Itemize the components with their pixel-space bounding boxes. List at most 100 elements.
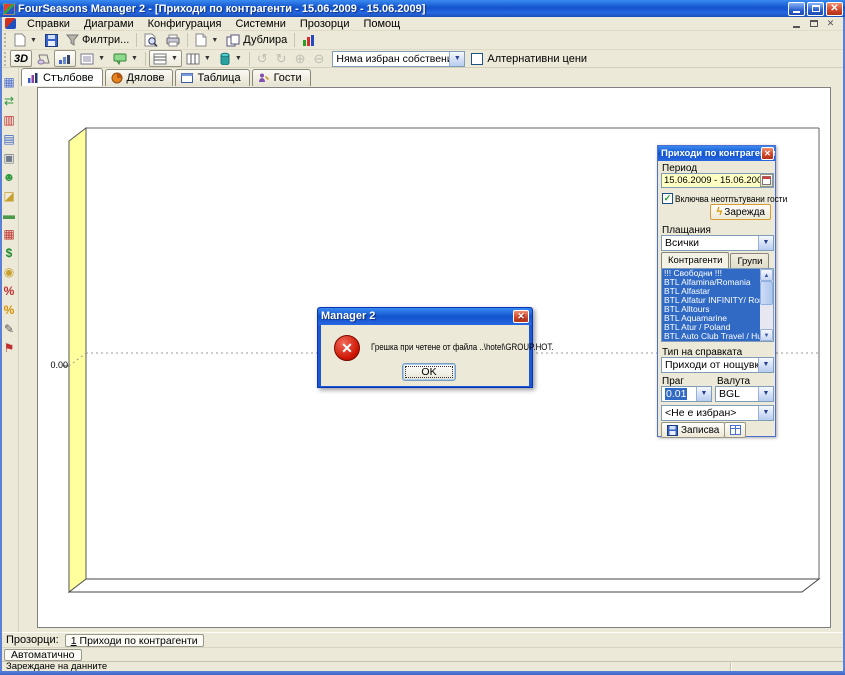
- list-item[interactable]: !!! Свободни !!!: [662, 269, 760, 278]
- restore-icon: [812, 5, 820, 12]
- list-item[interactable]: BTL Aquamarine: [662, 314, 760, 323]
- payments-select[interactable]: Всички ▼: [661, 235, 774, 251]
- guests-icon[interactable]: ☻: [1, 167, 18, 186]
- tab-contractors[interactable]: Контрагенти: [661, 252, 729, 268]
- calendar-icon[interactable]: ▤: [1, 129, 18, 148]
- owner-select[interactable]: Няма избран собственици ▼: [332, 51, 465, 67]
- scroll-down-button[interactable]: ▼: [760, 329, 773, 341]
- cash-icon[interactable]: ▬: [1, 205, 18, 224]
- include-guests-checkbox[interactable]: ✓: [662, 193, 673, 204]
- currency-select[interactable]: BGL ▼: [715, 386, 774, 402]
- save-report-button[interactable]: Записва: [661, 422, 725, 438]
- labels-button[interactable]: ▼: [109, 50, 142, 67]
- percent-coin-icon[interactable]: %: [1, 300, 18, 319]
- rooms-grid-icon[interactable]: ▦: [1, 72, 18, 91]
- dialog-title-bar[interactable]: Manager 2 ✕: [318, 308, 532, 325]
- load-button[interactable]: ϟ Зарежда: [710, 204, 771, 220]
- vertical-grid-button[interactable]: ▼: [182, 50, 215, 67]
- list-item[interactable]: BTL Auto Club Travel / Hunga: [662, 332, 760, 341]
- dialog-title: Manager 2: [321, 310, 375, 322]
- payments-coin-icon[interactable]: ◉: [1, 262, 18, 281]
- menu-diagrams[interactable]: Диаграми: [77, 17, 141, 31]
- occupancy-grid-icon[interactable]: ▦: [1, 224, 18, 243]
- chevron-down-icon: ▼: [758, 387, 773, 401]
- menu-configuration[interactable]: Конфигурация: [141, 17, 229, 31]
- panel-title: Приходи по контрагенти: [661, 148, 775, 159]
- close-button[interactable]: ✕: [826, 2, 843, 16]
- threshold-combo[interactable]: 0.01 ▼: [661, 386, 712, 402]
- list-item[interactable]: BTL Alfatur INFINITY/ Romani: [662, 296, 760, 305]
- statusbar-divider: [730, 663, 731, 671]
- report-flag-icon[interactable]: ⚑: [1, 338, 18, 357]
- reservations-refresh-icon[interactable]: ⇄: [1, 91, 18, 110]
- menu-help[interactable]: Помощ: [356, 17, 407, 31]
- bar-style-button[interactable]: [54, 50, 76, 67]
- automatic-button[interactable]: Автоматично: [4, 649, 82, 661]
- solid-style-button[interactable]: ▼: [215, 50, 246, 67]
- mdi-close-button[interactable]: ✕: [824, 18, 837, 29]
- list-item[interactable]: BTL Alfastar: [662, 287, 760, 296]
- ok-button[interactable]: OK: [402, 363, 456, 381]
- template-select[interactable]: <Не е избран> ▼: [661, 405, 774, 421]
- menu-windows[interactable]: Прозорци: [293, 17, 357, 31]
- table-view-button[interactable]: [724, 422, 746, 438]
- documents-icon[interactable]: ▣: [1, 148, 18, 167]
- print-preview-button[interactable]: [140, 32, 162, 49]
- copy-report-button[interactable]: ▼: [191, 32, 222, 49]
- zoom-out-button[interactable]: ⊖: [309, 50, 328, 67]
- window-tab-button[interactable]: 1 Приходи по контрагенти: [65, 634, 204, 647]
- zoom-out-icon: ⊖: [313, 52, 324, 65]
- tab-guests[interactable]: Гости: [252, 69, 311, 86]
- tab-table[interactable]: Таблица: [175, 69, 249, 86]
- horizontal-grid-button[interactable]: ▼: [149, 50, 182, 67]
- scroll-thumb[interactable]: [760, 281, 773, 305]
- filters-button[interactable]: Филтри...: [62, 32, 133, 49]
- title-bar: FourSeasons Manager 2 - [Приходи по конт…: [0, 0, 845, 17]
- tab-groups[interactable]: Групи: [730, 253, 769, 268]
- chart-colored-icon[interactable]: ▥: [1, 110, 18, 129]
- list-item[interactable]: BTL Alltours: [662, 305, 760, 314]
- report-type-value: Приходи от нощувки: [662, 358, 773, 371]
- discount-percent-icon[interactable]: %: [1, 281, 18, 300]
- alt-prices-checkbox[interactable]: [471, 53, 483, 65]
- menu-reports[interactable]: Справки: [20, 17, 77, 31]
- period-input[interactable]: 15.06.2009 - 15.06.2009: [661, 173, 774, 188]
- new-report-button[interactable]: ▼: [10, 32, 41, 49]
- duplicate-button[interactable]: Дублира: [222, 32, 291, 49]
- report-type-select[interactable]: Приходи от нощувки ▼: [661, 357, 774, 373]
- chevron-down-icon: ▼: [235, 55, 242, 62]
- invoice-edit-icon[interactable]: ✎: [1, 319, 18, 338]
- tab-columns[interactable]: Стълбове: [21, 68, 103, 86]
- list-scrollbar[interactable]: ▲ ▼: [760, 269, 773, 341]
- panel-close-button[interactable]: ✕: [761, 147, 774, 160]
- contractors-list[interactable]: !!! Свободни !!! BTL Alfamina/Romania BT…: [661, 268, 774, 342]
- minimize-button[interactable]: [788, 2, 805, 16]
- dollar-icon[interactable]: $: [1, 243, 18, 262]
- menu-system[interactable]: Системни: [228, 17, 292, 31]
- chart-toolbar: 3D ▼ ▼ ▼ ▼ ▼ ↺ ↻ ⊕ ⊖: [2, 50, 843, 68]
- legend-button[interactable]: ▼: [76, 50, 109, 67]
- toolbar-separator: [249, 52, 250, 66]
- restore-button[interactable]: [807, 2, 824, 16]
- print-button[interactable]: [162, 32, 184, 49]
- list-item[interactable]: BTL Alfamina/Romania: [662, 278, 760, 287]
- rotate-plane-button[interactable]: [32, 50, 54, 67]
- panel-title-bar[interactable]: Приходи по контрагенти ✕: [658, 146, 775, 161]
- toggle-3d-button[interactable]: 3D: [10, 50, 32, 67]
- dialog-close-button[interactable]: ✕: [513, 310, 529, 323]
- folder-chart-icon[interactable]: ◪: [1, 186, 18, 205]
- zoom-in-button[interactable]: ⊕: [291, 50, 310, 67]
- tab-shares[interactable]: Дялове: [105, 69, 174, 86]
- mdi-minimize-button[interactable]: [790, 18, 803, 29]
- calendar-button[interactable]: [760, 174, 773, 187]
- rotate-left-button[interactable]: ↺: [253, 50, 272, 67]
- list-item[interactable]: BTL Atur / Poland: [662, 323, 760, 332]
- rotate-right-button[interactable]: ↻: [272, 50, 291, 67]
- toolbar-separator: [136, 33, 137, 47]
- mdi-restore-button[interactable]: [807, 18, 820, 29]
- chevron-down-icon: ▼: [449, 52, 464, 66]
- chevron-down-icon: ▼: [696, 387, 711, 401]
- scroll-up-button[interactable]: ▲: [760, 269, 773, 281]
- chart-button[interactable]: [298, 32, 319, 49]
- save-button[interactable]: [41, 32, 62, 49]
